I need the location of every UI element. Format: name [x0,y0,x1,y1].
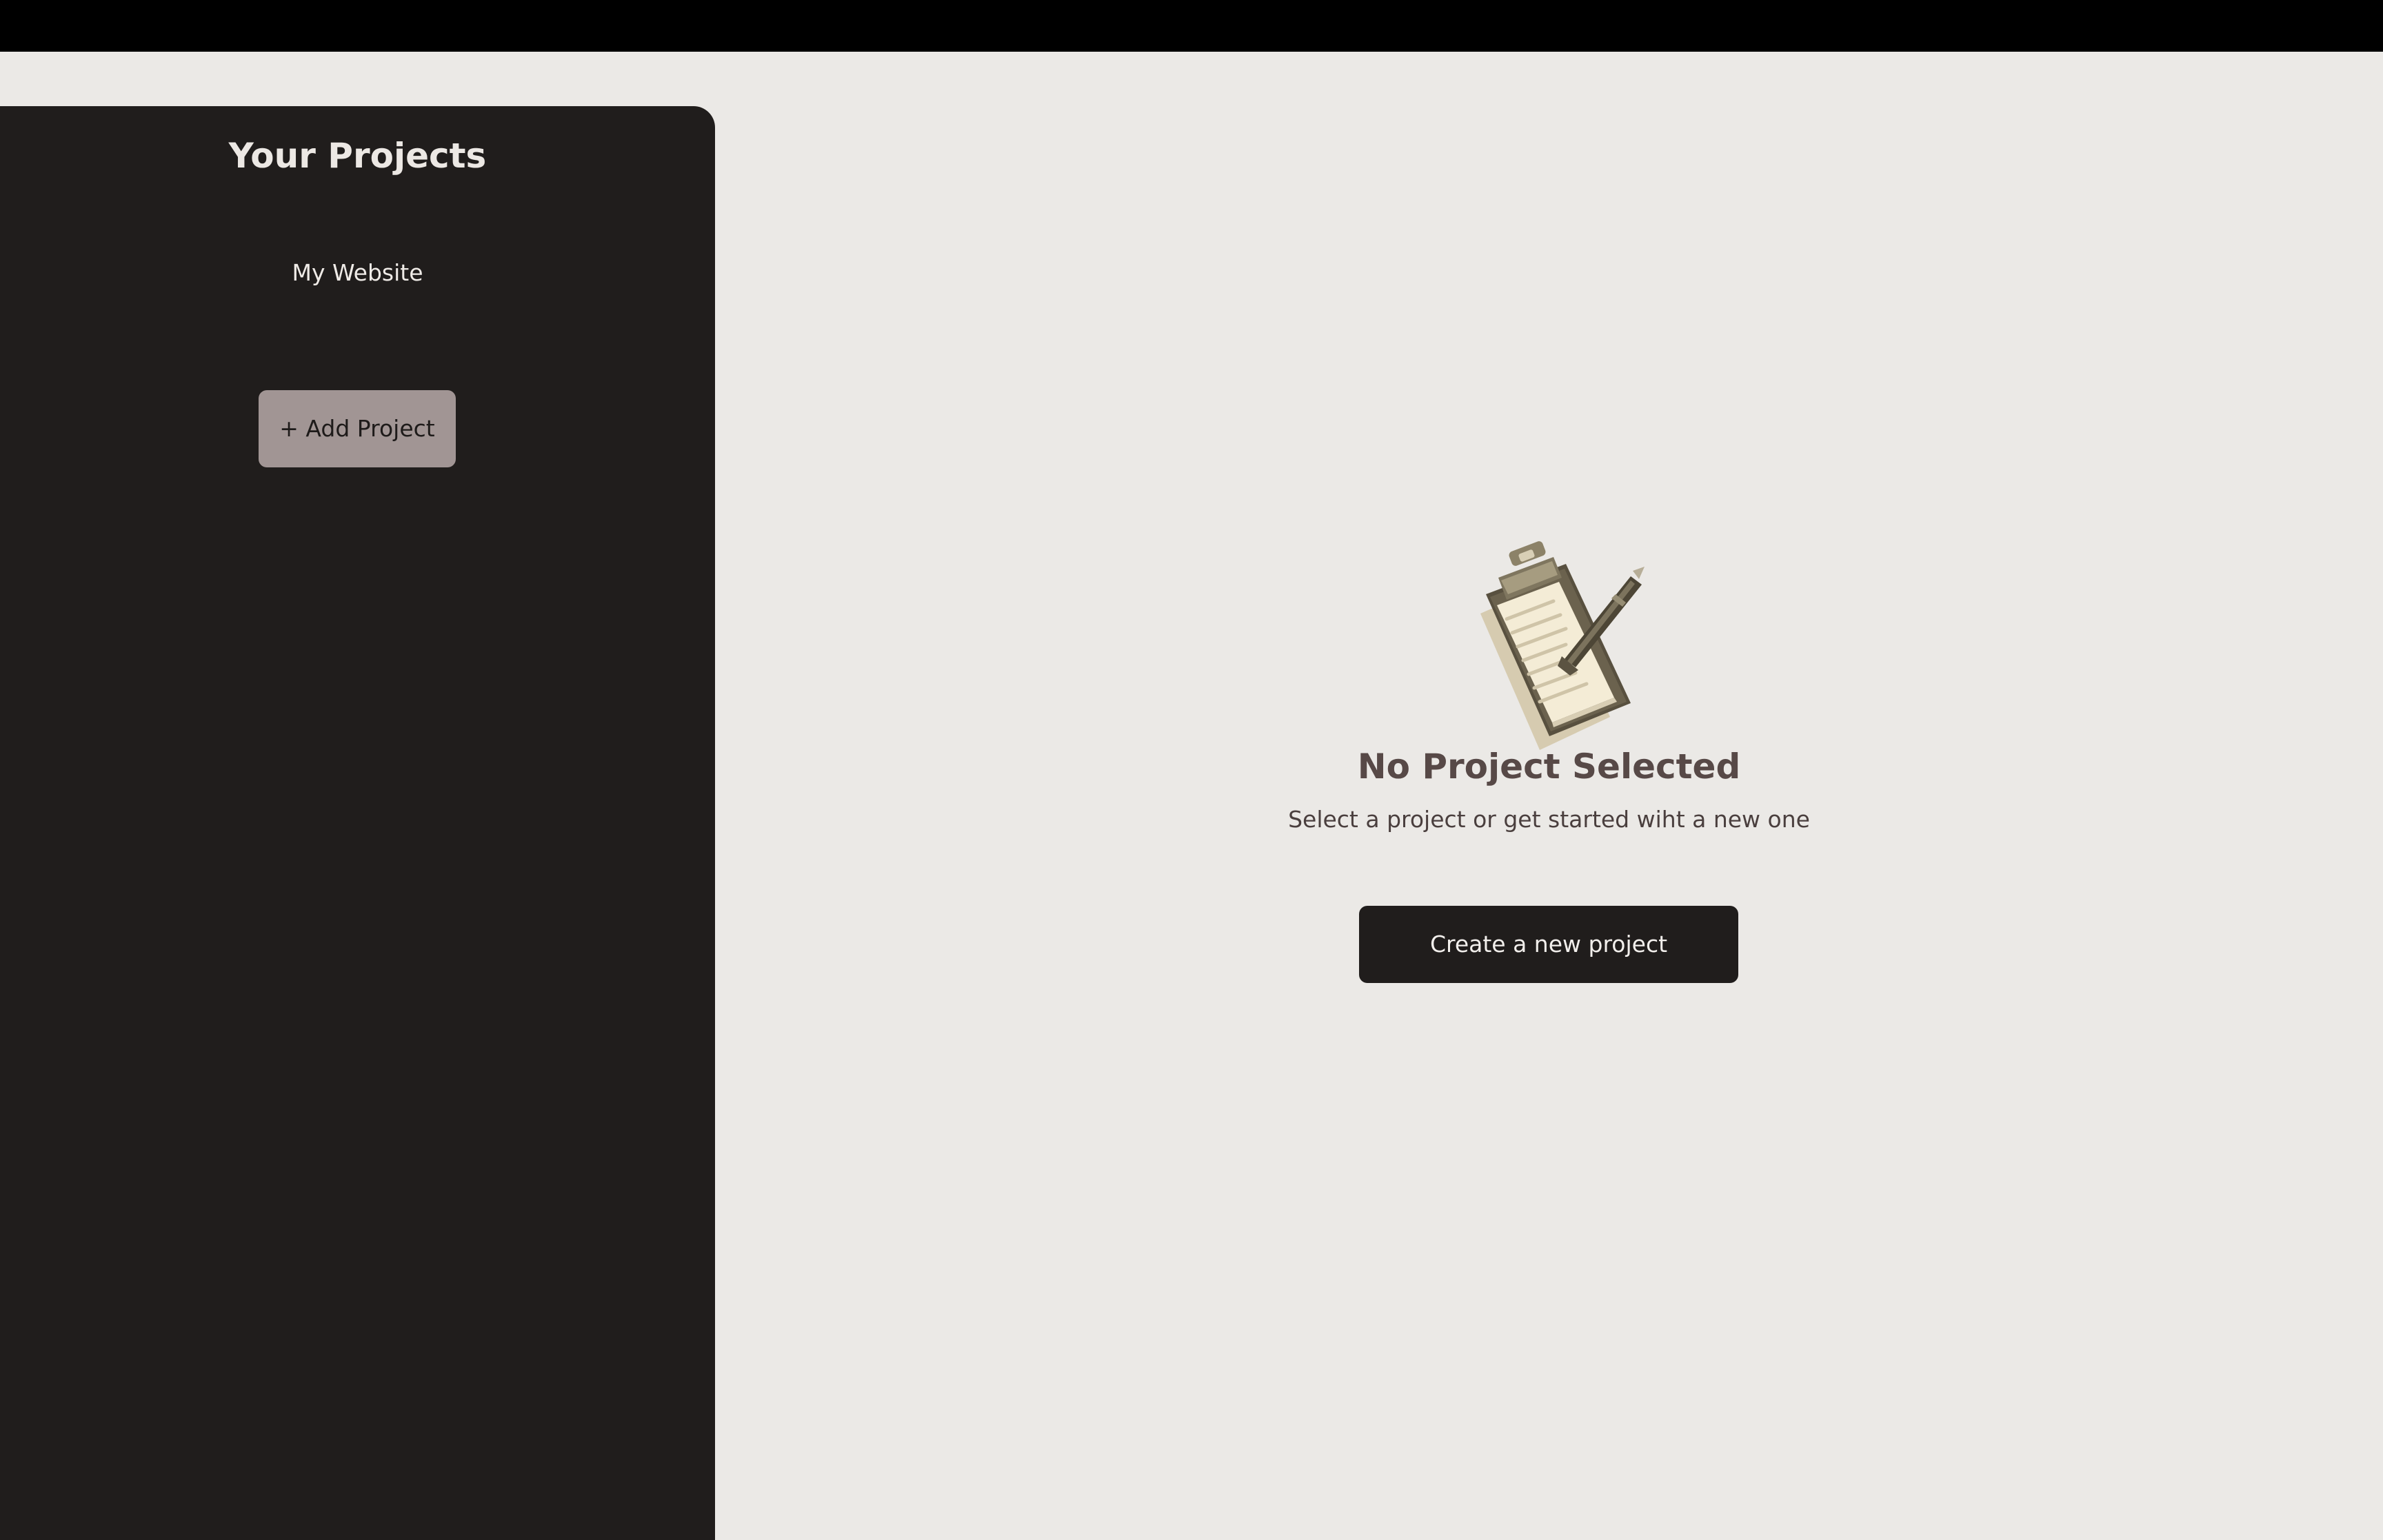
clipboard-with-pen-icon [1480,541,1645,750]
main-content: No Project Selected Select a project or … [715,52,2383,1540]
no-project-title: No Project Selected [1357,747,1741,787]
sidebar-title: Your Projects [228,136,487,176]
projects-sidebar: Your Projects My Website + Add Project [0,106,715,1540]
project-item-my-website[interactable]: My Website [0,258,715,288]
no-project-subtitle: Select a project or get started wiht a n… [1288,806,1810,833]
add-project-button[interactable]: + Add Project [259,390,456,467]
create-new-project-button[interactable]: Create a new project [1359,906,1738,983]
top-bar [0,0,2383,52]
